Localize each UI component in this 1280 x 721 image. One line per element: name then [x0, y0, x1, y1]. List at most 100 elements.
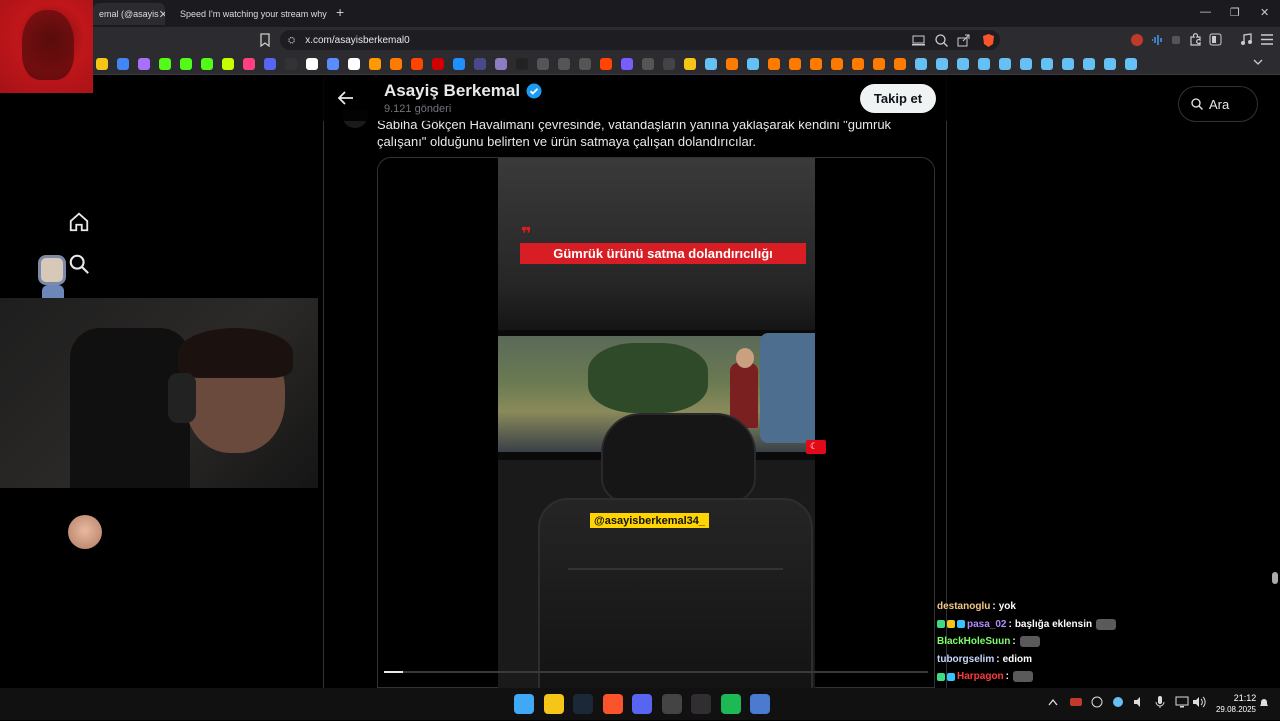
- back-arrow-icon[interactable]: [337, 89, 355, 107]
- bookmark-item-icon[interactable]: [327, 57, 339, 70]
- bookmark-item-icon[interactable]: [726, 57, 738, 70]
- search-input[interactable]: Ara: [1178, 86, 1258, 122]
- bookmark-item-icon[interactable]: [852, 57, 864, 70]
- tray-microphone-icon[interactable]: [1155, 696, 1165, 708]
- chat-username[interactable]: pasa_02: [967, 619, 1006, 630]
- steam-icon[interactable]: [573, 694, 593, 714]
- bookmark-item-icon[interactable]: [747, 57, 759, 70]
- bookmark-item-icon[interactable]: [600, 57, 612, 70]
- share-icon[interactable]: [957, 34, 970, 47]
- sidebar-panel-icon[interactable]: [1209, 33, 1222, 46]
- tray-record-icon[interactable]: [1070, 697, 1082, 707]
- bookmark-item-icon[interactable]: [306, 57, 318, 70]
- bookmark-item-icon[interactable]: [117, 57, 129, 70]
- cast-icon[interactable]: [912, 35, 925, 46]
- bookmark-item-icon[interactable]: [642, 57, 654, 70]
- bookmark-item-icon[interactable]: [1083, 57, 1095, 70]
- close-window-button[interactable]: ✕: [1260, 6, 1269, 19]
- brave-browser-icon[interactable]: [602, 694, 623, 714]
- search-icon[interactable]: [68, 253, 90, 275]
- network-icon[interactable]: [1175, 696, 1189, 708]
- volume-icon[interactable]: [1192, 696, 1206, 708]
- home-icon[interactable]: [68, 211, 90, 233]
- bookmark-item-icon[interactable]: [1062, 57, 1074, 70]
- bookmark-item-icon[interactable]: [768, 57, 780, 70]
- bookmark-item-icon[interactable]: [285, 57, 297, 70]
- app-cube-icon[interactable]: [661, 694, 682, 714]
- bookmark-item-icon[interactable]: [789, 57, 801, 70]
- bookmark-item-icon[interactable]: [1125, 57, 1137, 70]
- bookmark-item-icon[interactable]: [915, 57, 927, 70]
- music-queue-icon[interactable]: [1240, 33, 1253, 46]
- minimize-button[interactable]: —: [1200, 6, 1211, 18]
- tray-steam-icon[interactable]: [1112, 696, 1124, 708]
- tab-asayis-berkemal[interactable]: emal (@asayis ✕: [93, 3, 165, 25]
- bookmark-item-icon[interactable]: [159, 57, 171, 70]
- avatar[interactable]: [68, 515, 102, 549]
- bookmarks-overflow-icon[interactable]: [1252, 57, 1264, 69]
- bookmark-item-icon[interactable]: [264, 57, 276, 70]
- bookmark-item-icon[interactable]: [537, 57, 549, 70]
- settings-app-icon[interactable]: [750, 694, 770, 714]
- brave-shield-icon[interactable]: [982, 33, 995, 48]
- extension-badge-icon[interactable]: [1130, 33, 1144, 47]
- menu-icon[interactable]: [1261, 34, 1273, 45]
- bookmark-item-icon[interactable]: [243, 57, 255, 70]
- url-bar[interactable]: ⛭ x.com/asayisberkemal0: [280, 30, 1000, 50]
- bookmark-item-icon[interactable]: [474, 57, 486, 70]
- obs-icon[interactable]: [691, 694, 711, 714]
- bookmark-item-icon[interactable]: [390, 57, 402, 70]
- chat-username[interactable]: destanoglu: [937, 601, 990, 612]
- file-explorer-icon[interactable]: [543, 694, 564, 714]
- spotify-icon[interactable]: [720, 694, 741, 714]
- chat-username[interactable]: Harpagon: [957, 671, 1004, 682]
- bookmark-item-icon[interactable]: [432, 57, 444, 70]
- bookmark-item-icon[interactable]: [348, 57, 360, 70]
- bookmark-item-icon[interactable]: [495, 57, 507, 70]
- page-scrollbar-thumb[interactable]: [1272, 572, 1278, 584]
- bookmark-item-icon[interactable]: [978, 57, 990, 70]
- bookmark-item-icon[interactable]: [684, 57, 696, 70]
- restore-button[interactable]: ❐: [1230, 6, 1240, 19]
- tray-app-icon[interactable]: [1091, 696, 1103, 708]
- bookmark-item-icon[interactable]: [222, 57, 234, 70]
- tray-chevron-icon[interactable]: [1048, 698, 1058, 706]
- bookmark-icon[interactable]: [259, 33, 271, 47]
- bookmark-item-icon[interactable]: [1041, 57, 1053, 70]
- puzzle-dim-icon[interactable]: [1170, 34, 1182, 46]
- bookmark-item-icon[interactable]: [201, 57, 213, 70]
- bookmark-item-icon[interactable]: [558, 57, 570, 70]
- bookmark-item-icon[interactable]: [873, 57, 885, 70]
- tray-speaker-icon[interactable]: [1133, 696, 1145, 708]
- bookmark-item-icon[interactable]: [411, 57, 423, 70]
- bookmark-item-icon[interactable]: [894, 57, 906, 70]
- bookmark-item-icon[interactable]: [453, 57, 465, 70]
- chat-username[interactable]: BlackHoleSuun: [937, 636, 1010, 647]
- bookmark-item-icon[interactable]: [705, 57, 717, 70]
- bookmark-item-icon[interactable]: [138, 57, 150, 70]
- windows-start-icon[interactable]: [514, 694, 534, 714]
- bookmark-item-icon[interactable]: [831, 57, 843, 70]
- follow-button[interactable]: Takip et: [860, 84, 936, 113]
- tab-close-icon[interactable]: ✕: [159, 8, 165, 21]
- new-tab-button[interactable]: +: [336, 4, 344, 20]
- bookmark-item-icon[interactable]: [1020, 57, 1032, 70]
- bookmark-item-icon[interactable]: [1104, 57, 1116, 70]
- bookmark-item-icon[interactable]: [180, 57, 192, 70]
- bookmark-item-icon[interactable]: [810, 57, 822, 70]
- bookmark-item-icon[interactable]: [96, 57, 108, 70]
- bookmark-item-icon[interactable]: [957, 57, 969, 70]
- discord-icon[interactable]: [632, 694, 652, 714]
- bookmark-item-icon[interactable]: [579, 57, 591, 70]
- bookmark-item-icon[interactable]: [936, 57, 948, 70]
- chat-username[interactable]: tuborgselim: [937, 654, 994, 665]
- zoom-icon[interactable]: [935, 34, 948, 47]
- bookmark-item-icon[interactable]: [516, 57, 528, 70]
- clock-date[interactable]: 29.08.2025: [1210, 705, 1262, 714]
- site-info-icon[interactable]: ⛭: [288, 35, 295, 46]
- notification-icon[interactable]: [1258, 697, 1270, 709]
- tab-youtube-speed[interactable]: Speed I'm watching your stream why: [168, 3, 328, 25]
- bookmark-item-icon[interactable]: [663, 57, 675, 70]
- bookmark-item-icon[interactable]: [999, 57, 1011, 70]
- extensions-icon[interactable]: [1189, 33, 1202, 46]
